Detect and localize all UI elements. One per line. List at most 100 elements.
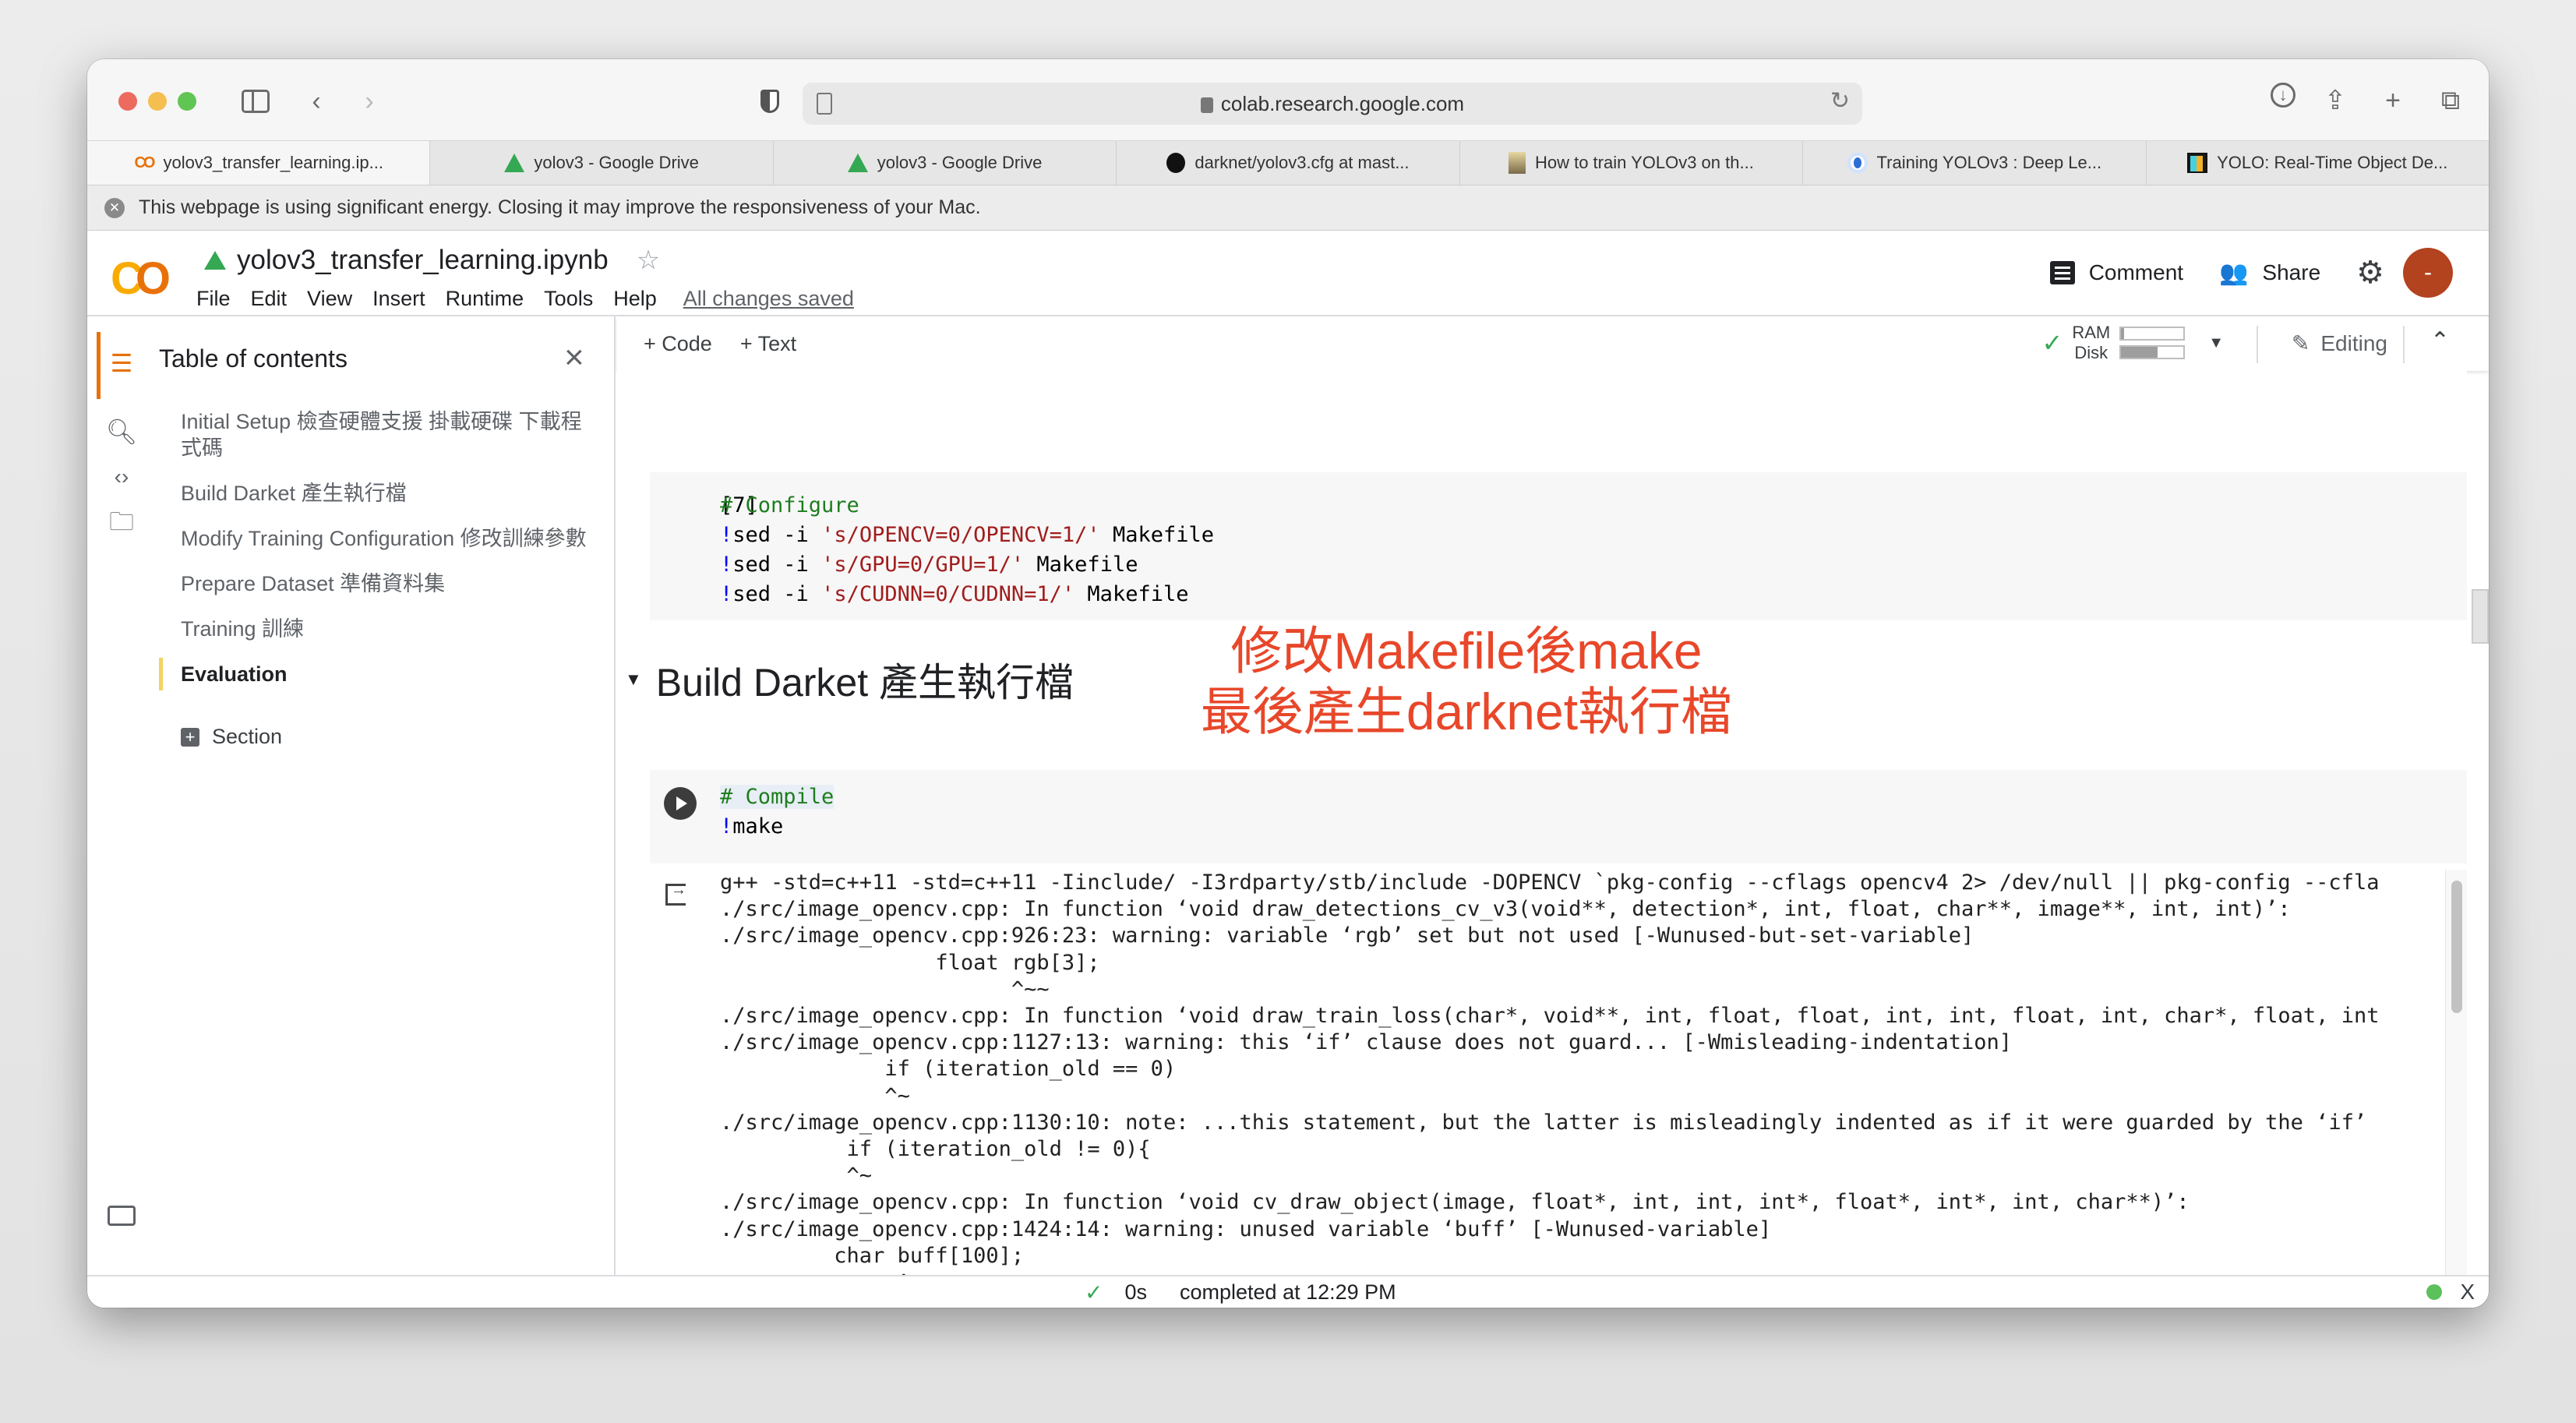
browser-tab[interactable]: How to train YOLOv3 on th... [1459,141,1802,185]
output-scrollbar[interactable] [2445,870,2467,1275]
editing-mode-button[interactable]: ✎ Editing [2292,330,2387,356]
dismiss-banner-icon[interactable]: ✕ [104,197,125,218]
tab-bar: CO yolov3_transfer_learning.ip... yolov3… [87,140,2489,185]
toc-item-prepare-dataset[interactable]: Prepare Dataset 準備資料集 [181,570,602,597]
divider [2403,326,2405,363]
browser-tab[interactable]: yolov3 - Google Drive [772,141,1116,185]
tab-label: yolov3_transfer_learning.ip... [163,153,383,172]
privacy-shield-icon[interactable] [751,83,789,120]
code-editor[interactable]: # Configure !sed -i 's/OPENCV=0/OPENCV=1/… [720,491,1214,609]
code-editor[interactable]: # Compile !make [720,782,835,842]
code-snippets-icon[interactable]: ‹› [106,461,137,493]
comment-label: Comment [2088,260,2184,284]
downloads-icon[interactable]: ↓ [2271,83,2295,108]
output-line: ^~ [720,1083,910,1108]
page-scrollbar[interactable] [2467,355,2489,1259]
notebook-title[interactable]: yolov3_transfer_learning.ipynb [237,245,609,276]
annotation-line: 最後產生darknet執行檔 [1200,683,1733,740]
output-line: ./src/image_opencv.cpp:926:23: warning: … [720,923,1974,948]
menu-edit[interactable]: Edit [251,287,288,311]
energy-warning-banner: ✕ This webpage is using significant ener… [87,185,2489,231]
menu-file[interactable]: File [196,287,231,311]
close-icon[interactable]: × [564,338,584,377]
minimize-window-button[interactable] [148,92,167,111]
menu-view[interactable]: View [307,287,352,311]
close-window-button[interactable] [118,92,137,111]
google-drive-icon [204,251,226,270]
comment-icon [2049,261,2075,284]
table-of-contents-icon[interactable]: ☰ [106,348,137,379]
save-status-link[interactable]: All changes saved [683,287,854,311]
toc-title: Table of contents [159,344,348,373]
browser-tab[interactable]: YOLO: Real-Time Object De... [2145,141,2489,185]
gear-icon[interactable]: ⚙ [2356,255,2384,291]
comment-button[interactable]: Comment [2049,260,2184,285]
output-line: ./src/image_opencv.cpp: In function ‘voi… [720,1190,2190,1215]
toc-item-build-darknet[interactable]: Build Darket 產生執行檔 [181,480,602,507]
ram-usage-fill [2121,328,2125,339]
chevron-up-icon[interactable]: ⌃ [2430,327,2450,355]
output-actions-icon[interactable] [665,881,686,906]
run-cell-button[interactable] [664,787,697,820]
share-icon[interactable]: ⇪ [2317,83,2353,118]
output-text: g++ -std=c++11 -std=c++11 -Iinclude/ -I3… [720,870,2379,1275]
star-icon[interactable]: ☆ [637,245,660,276]
add-text-button[interactable]: + Text [740,332,796,356]
output-line: ^~~ [720,976,1050,1001]
output-line: float rgb[3]; [720,950,1100,975]
chevron-down-icon[interactable]: ▼ [2208,334,2224,352]
terminal-icon[interactable] [106,1200,137,1231]
tab-label: darknet/yolov3.cfg at mast... [1194,153,1410,172]
ram-label: RAM [2072,323,2111,342]
toc-item-modify-config[interactable]: Modify Training Configuration 修改訓練參數 [181,525,602,552]
menu-help[interactable]: Help [613,287,657,311]
browser-tab[interactable]: darknet/yolov3.cfg at mast... [1116,141,1459,185]
browser-tab[interactable]: Training YOLOv3 : Deep Le... [1802,141,2145,185]
pencil-icon: ✎ [2291,331,2310,355]
output-line: ^~ [720,1163,873,1188]
browser-tab[interactable]: CO yolov3_transfer_learning.ip... [87,141,430,185]
code-cell-compile[interactable]: # Compile !make [650,770,2467,863]
reload-icon[interactable]: ↻ [1830,87,1850,115]
new-tab-icon[interactable]: + [2375,83,2411,118]
output-line: ^~~~ [720,1269,2379,1275]
sidebar-toggle-icon[interactable] [237,83,274,120]
avatar[interactable]: - [2403,248,2453,298]
code-comment: # Configure [720,493,859,517]
collapse-section-icon[interactable]: ▼ [625,669,642,690]
toc-item-training[interactable]: Training 訓練 [181,616,602,642]
folder-icon[interactable]: 🗀 [106,507,137,541]
zoom-window-button[interactable] [178,92,196,111]
output-line: ./src/image_opencv.cpp: In function ‘voi… [720,897,2291,922]
address-bar[interactable]: colab.research.google.com ↻ [803,83,1862,125]
add-code-button[interactable]: + Code [644,332,712,356]
toc-item-initial-setup[interactable]: Initial Setup 檢查硬體支援 掛載硬碟 下載程式碼 [181,408,602,461]
output-line: ./src/image_opencv.cpp:1127:13: warning:… [720,1030,2013,1055]
github-icon [1166,153,1186,173]
page-scroll-thumb[interactable] [2472,589,2489,644]
resources-indicator[interactable]: ✓ RAM Disk ▼ [2042,323,2225,363]
toc-item-evaluation[interactable]: Evaluation [159,658,602,690]
menu-insert[interactable]: Insert [372,287,425,311]
tab-overview-icon[interactable]: ⧉ [2433,83,2468,118]
back-icon[interactable]: ‹ [298,83,335,120]
output-scroll-thumb[interactable] [2451,881,2462,1013]
tab-label: Training YOLOv3 : Deep Le... [1876,153,2102,172]
browser-window: ‹ › colab.research.google.com ↻ ↓ ⇪ + ⧉ … [87,59,2489,1308]
add-section-label: Section [212,725,283,748]
runtime-status-dot [2426,1284,2442,1300]
google-drive-icon [847,154,868,172]
colab-icon: CO [134,154,155,171]
add-section-button[interactable]: + Section [181,725,602,749]
code-cell-configure[interactable]: [7] # Configure !sed -i 's/OPENCV=0/OPENC… [650,472,2467,620]
menu-tools[interactable]: Tools [544,287,593,311]
browser-tab[interactable]: yolov3 - Google Drive [429,141,772,185]
completion-time: completed at 12:29 PM [1180,1280,1396,1304]
menu-runtime[interactable]: Runtime [446,287,524,311]
colab-logo[interactable]: CO [111,252,171,305]
page-menu-icon[interactable] [817,93,832,115]
share-button[interactable]: 👥 Share [2219,260,2320,287]
forward-icon[interactable]: › [351,83,388,120]
search-icon[interactable]: 🔍︎ [106,416,138,447]
close-status-button[interactable]: X [2460,1280,2475,1305]
